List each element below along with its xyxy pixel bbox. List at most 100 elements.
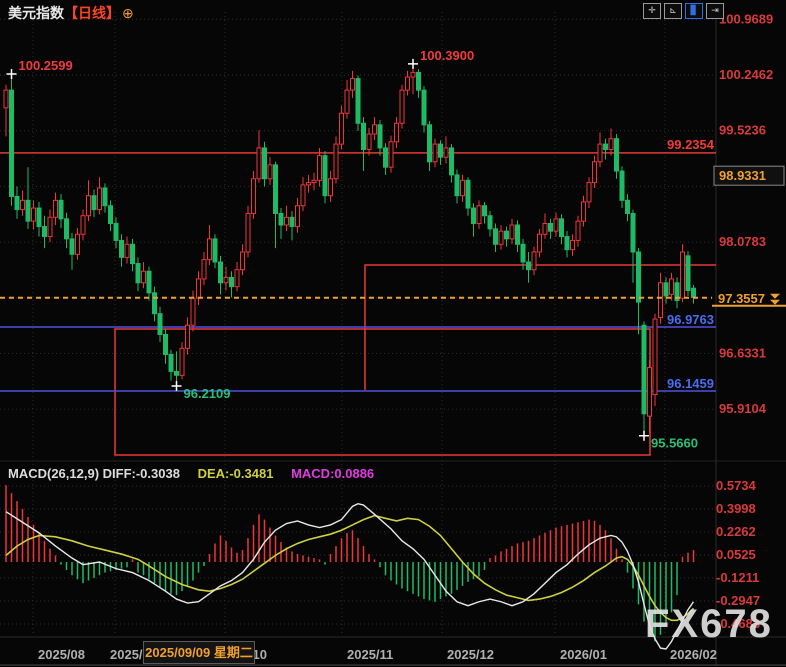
macd-axis-label: 0.3998 <box>716 501 756 516</box>
price-and-macd-chart[interactable]: 99.235496.976396.145997.355798.9331100.9… <box>0 0 786 667</box>
candlestick <box>400 90 404 123</box>
candlestick <box>307 183 311 185</box>
candlestick <box>422 90 426 125</box>
candlestick <box>268 165 272 179</box>
candlestick <box>153 293 157 314</box>
extreme-cross-marker <box>172 381 182 391</box>
candlestick <box>499 231 503 244</box>
candlestick <box>32 208 36 221</box>
candlestick <box>417 72 421 90</box>
candlestick <box>312 180 316 182</box>
candlestick <box>560 219 564 237</box>
candlestick <box>26 200 30 221</box>
date-axis-label: 2026/01 <box>560 647 607 662</box>
candlestick <box>158 314 162 335</box>
candlestick <box>213 239 217 262</box>
candlestick <box>444 148 448 157</box>
dea-line <box>6 516 694 621</box>
candlestick <box>686 256 690 291</box>
axis-scale-icon[interactable]: ⊾ <box>664 3 682 19</box>
high-price-annotation: 100.2599 <box>19 58 73 73</box>
date-axis-label: 2026/02 <box>670 647 717 662</box>
candlestick <box>301 185 305 206</box>
candlestick <box>670 279 674 294</box>
candlestick <box>356 79 360 124</box>
candlestick <box>681 252 685 298</box>
period-label: 【日线】 <box>64 5 120 21</box>
candlestick <box>92 196 96 210</box>
collapse-panel-icon[interactable]: ⇥ <box>706 3 724 19</box>
date-axis-label: 2025/08 <box>38 647 85 662</box>
price-axis-label: 98.0783 <box>719 234 766 249</box>
candlestick <box>219 262 223 283</box>
candlestick <box>180 348 184 375</box>
candlestick <box>439 144 443 157</box>
symbol-name: 美元指数 <box>8 5 64 21</box>
candlestick <box>615 139 619 171</box>
candlestick <box>296 206 300 227</box>
candlestick <box>87 196 91 216</box>
candlestick <box>142 271 146 283</box>
alert-price-label: 98.9331 <box>719 168 766 183</box>
chart-title: 美元指数【日线】⊕ <box>8 3 134 23</box>
candlestick <box>571 240 575 249</box>
candlestick <box>455 175 459 196</box>
candlestick <box>81 216 85 234</box>
candlestick <box>362 123 366 149</box>
candlestick <box>631 213 635 252</box>
candlestick <box>48 217 52 236</box>
candlestick <box>527 262 531 270</box>
add-indicator-icon[interactable]: ⊕ <box>122 5 134 21</box>
candlestick <box>98 188 102 210</box>
candlestick <box>637 252 641 302</box>
candlestick <box>378 125 382 148</box>
candlestick <box>76 234 80 254</box>
candlestick <box>21 200 25 209</box>
candlestick <box>235 270 239 287</box>
candlestick <box>389 142 393 167</box>
macd-axis-label: 0.2262 <box>716 524 756 539</box>
low-price-annotation: 96.2109 <box>184 386 231 401</box>
candlestick <box>191 298 195 325</box>
candlestick <box>290 217 294 226</box>
candlestick <box>147 271 151 293</box>
extreme-cross-marker <box>7 69 17 79</box>
candlestick <box>609 139 613 150</box>
candlestick <box>230 277 234 286</box>
crosshair-date-tooltip: 2025/09/09 星期二 <box>143 641 255 664</box>
candlestick <box>565 237 569 250</box>
candlestick <box>516 225 520 244</box>
candlestick <box>549 223 553 231</box>
macd-params-diff: MACD(26,12,9) DIFF:-0.3038 <box>8 466 180 481</box>
price-axis-label: 100.9689 <box>719 11 773 26</box>
price-marker-icon[interactable] <box>770 294 780 305</box>
candlestick <box>241 252 245 270</box>
candlestick <box>246 213 250 252</box>
candlestick <box>692 288 696 297</box>
price-axis-label: 100.2462 <box>719 67 773 82</box>
candlestick <box>136 264 140 283</box>
extreme-cross-marker <box>639 431 649 441</box>
candlestick <box>538 234 542 252</box>
candlestick <box>450 148 454 175</box>
candlestick <box>65 219 69 239</box>
macd-hist-value: MACD:0.0886 <box>291 466 374 481</box>
candle-mode-icon[interactable]: ▊ <box>685 3 703 19</box>
support-line-label: 96.9763 <box>667 312 714 327</box>
candlestick <box>70 239 74 254</box>
last-price-label: 97.3557 <box>718 291 765 306</box>
candlestick <box>543 223 547 234</box>
candlestick <box>642 325 646 414</box>
candlestick <box>186 325 190 348</box>
candlestick <box>318 156 322 181</box>
candlestick <box>202 260 206 279</box>
pan-tool-icon[interactable]: ✛ <box>643 3 661 19</box>
candlestick <box>279 213 283 225</box>
candlestick <box>532 252 536 270</box>
macd-axis-label: 0.0525 <box>716 547 756 562</box>
macd-indicator-header: MACD(26,12,9) DIFF:-0.3038 DEA:-0.3481 M… <box>8 466 374 481</box>
candlestick <box>582 202 586 221</box>
candlestick <box>175 371 179 375</box>
macd-axis-label: -0.1211 <box>716 570 759 585</box>
candlestick <box>510 225 514 239</box>
